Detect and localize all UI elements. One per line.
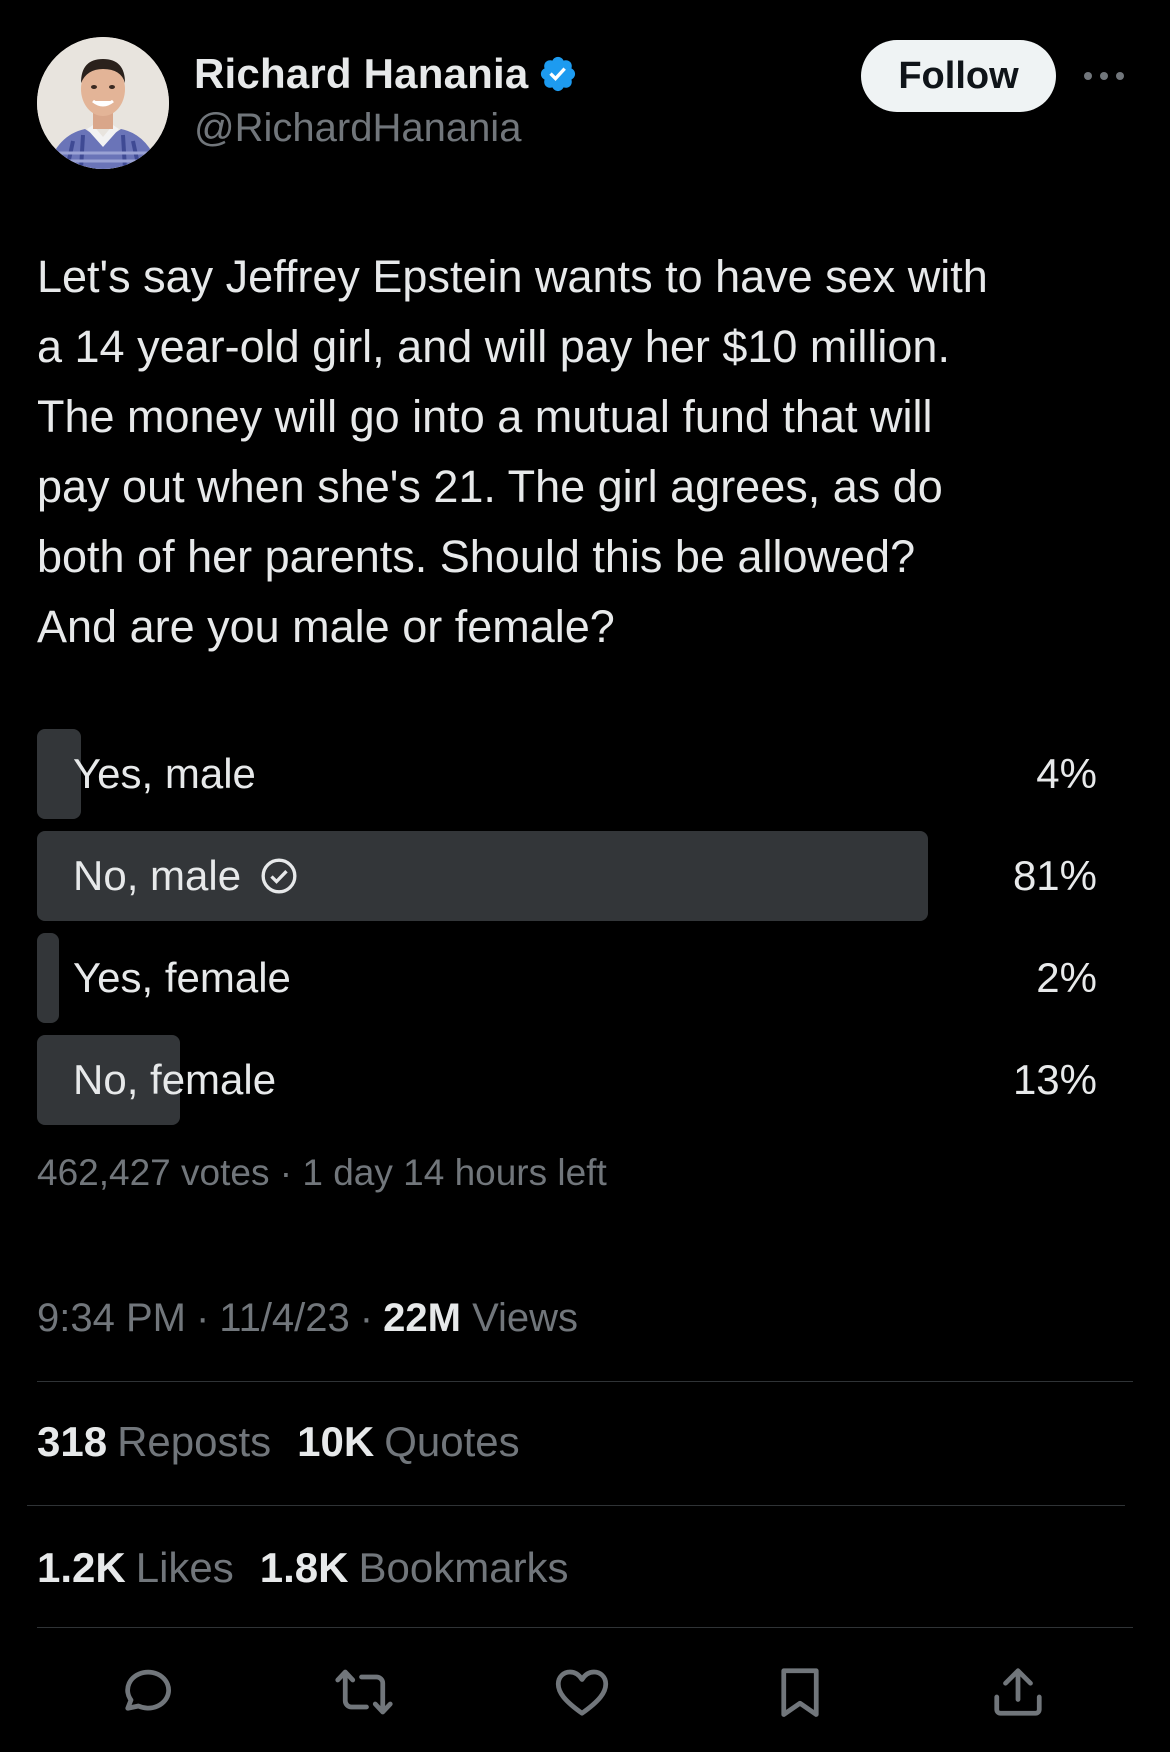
stats-row-reposts: 318 Reposts 10K Quotes — [37, 1418, 546, 1466]
share-icon[interactable] — [986, 1660, 1050, 1724]
poll-option-percent: 2% — [1036, 954, 1097, 1001]
separator: · — [359, 1296, 374, 1340]
poll-option-label: Yes, female — [73, 954, 291, 1001]
verified-badge-icon[interactable] — [538, 54, 578, 94]
author-name-row: Richard Hanania — [194, 50, 578, 98]
author-display-name[interactable]: Richard Hanania — [194, 50, 528, 98]
divider — [37, 1381, 1133, 1382]
separator: · — [195, 1296, 210, 1340]
stats-row-likes: 1.2K Likes 1.8K Bookmarks — [37, 1544, 595, 1592]
poll-option-percent: 4% — [1036, 750, 1097, 797]
tweet-text-line: a 14 year-old girl, and will pay her $10… — [37, 321, 950, 372]
tweet-text-line: And are you male or female? — [37, 601, 615, 652]
views-count: 22M — [383, 1296, 461, 1340]
poll-option-percent: 13% — [1012, 1056, 1097, 1103]
poll-option-label: No, female — [73, 1056, 277, 1103]
bookmarks-count: 1.8K — [259, 1544, 349, 1591]
reply-icon[interactable] — [112, 1660, 176, 1724]
divider — [27, 1505, 1125, 1506]
timestamp-row: 9:34 PM · 11/4/23 · 22M Views — [37, 1296, 578, 1341]
check-circle-icon — [259, 856, 299, 896]
quotes-count: 10K — [297, 1418, 375, 1465]
quotes-label: Quotes — [384, 1418, 520, 1465]
like-icon[interactable] — [550, 1660, 614, 1724]
bookmark-icon[interactable] — [768, 1660, 832, 1724]
tweet-text-line: Let's say Jeffrey Epstein wants to have … — [37, 251, 988, 302]
action-bar — [0, 1652, 1170, 1732]
tweet-text: Let's say Jeffrey Epstein wants to have … — [37, 242, 1137, 662]
views-label: Views — [472, 1296, 579, 1340]
views-stat[interactable]: 22M Views — [383, 1296, 578, 1341]
reposts-stat[interactable]: 318 Reposts — [37, 1418, 271, 1466]
quotes-stat[interactable]: 10K Quotes — [297, 1418, 519, 1466]
poll-option: Yes, male 4% — [37, 729, 1097, 819]
avatar-photo — [37, 37, 169, 169]
divider — [37, 1627, 1133, 1628]
bookmarks-label: Bookmarks — [358, 1544, 569, 1591]
repost-icon[interactable] — [332, 1660, 396, 1724]
tweet-text-line: pay out when she's 21. The girl agrees, … — [37, 461, 943, 512]
reposts-label: Reposts — [117, 1418, 272, 1465]
poll-option-label: No, male — [73, 852, 299, 900]
follow-button[interactable]: Follow — [861, 40, 1056, 112]
poll-result-bar — [37, 933, 59, 1023]
tweet-date[interactable]: 11/4/23 — [219, 1296, 350, 1341]
author-handle[interactable]: @RichardHanania — [194, 106, 521, 151]
poll-option: Yes, female 2% — [37, 933, 1097, 1023]
bookmarks-stat[interactable]: 1.8K Bookmarks — [260, 1544, 569, 1592]
poll-option: No, male 81% — [37, 831, 1097, 921]
poll-option-percent: 81% — [1012, 852, 1097, 899]
tweet-detail: Richard Hanania @RichardHanania Follow L… — [0, 0, 1170, 1752]
tweet-text-line: The money will go into a mutual fund tha… — [37, 391, 933, 442]
likes-count: 1.2K — [37, 1544, 126, 1591]
likes-stat[interactable]: 1.2K Likes — [37, 1544, 234, 1592]
poll-option: No, female 13% — [37, 1035, 1097, 1125]
poll: Yes, male 4% No, male 81% Yes, female 2% — [37, 729, 1097, 1137]
reposts-count: 318 — [37, 1418, 108, 1465]
poll-option-label: Yes, male — [73, 750, 256, 797]
likes-label: Likes — [135, 1544, 234, 1591]
more-icon[interactable] — [1080, 56, 1128, 96]
tweet-time[interactable]: 9:34 PM — [37, 1296, 186, 1341]
avatar[interactable] — [37, 37, 169, 169]
tweet-text-line: both of her parents. Should this be allo… — [37, 531, 916, 582]
poll-meta: 462,427 votes · 1 day 14 hours left — [37, 1152, 607, 1193]
